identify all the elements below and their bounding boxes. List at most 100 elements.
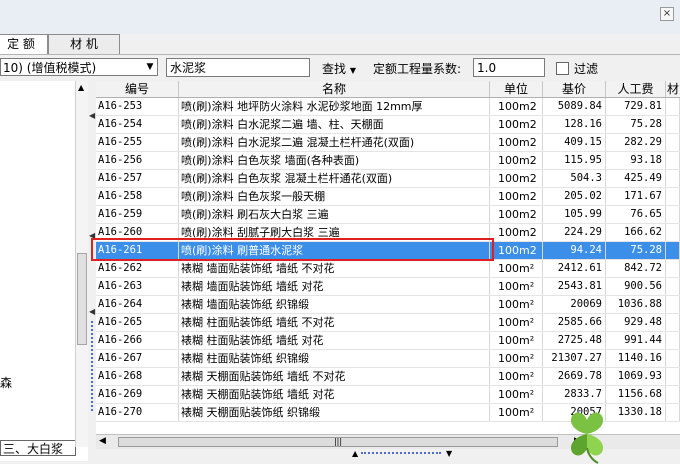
search-input[interactable]: 水泥浆 bbox=[166, 58, 310, 77]
cell-unit: 100m2 bbox=[490, 116, 543, 133]
table-row[interactable]: A16-263 裱糊 墙面贴装饰纸 墙纸 对花 100m² 2543.81 900.56 bbox=[96, 278, 680, 296]
cell-price: 2725.48 bbox=[543, 332, 606, 349]
cell-code: A16-254 bbox=[96, 116, 179, 133]
table-header: 编号 名称 单位 基价 人工费 材 bbox=[96, 81, 680, 98]
tab-quota[interactable]: 定 额 bbox=[0, 34, 48, 54]
tree-scroll-thumb[interactable] bbox=[77, 253, 87, 345]
table-row[interactable]: A16-268 裱糊 天棚面贴装饰纸 墙纸 不对花 100m² 2669.78 1069… bbox=[96, 368, 680, 386]
chevron-left-icon[interactable]: ◀ bbox=[89, 231, 95, 240]
cell-labor: 991.44 bbox=[606, 332, 666, 349]
cell-code: A16-261 bbox=[96, 242, 179, 259]
tree-node-selected[interactable]: 三、大白浆 bbox=[0, 440, 76, 456]
panel-splitter[interactable]: ◀ ◀ ◀ bbox=[88, 81, 96, 461]
table-row[interactable]: A16-262 裱糊 墙面贴装饰纸 墙纸 不对花 100m² 2412.61 842.7… bbox=[96, 260, 680, 278]
close-icon[interactable]: × bbox=[660, 7, 674, 21]
table-row[interactable]: A16-256 喷(刷)涂料 白色灰浆 墙面(各种表面) 100m2 115.95 93… bbox=[96, 152, 680, 170]
table-row[interactable]: A16-269 裱糊 天棚面贴装饰纸 墙纸 对花 100m² 2833.7 1156.6… bbox=[96, 386, 680, 404]
chapter-tree[interactable]: 森 三、大白浆 ▲ bbox=[0, 81, 89, 461]
cell-material bbox=[666, 98, 680, 115]
cell-name: 裱糊 墙面贴装饰纸 墙纸 不对花 bbox=[179, 260, 490, 277]
cell-labor: 842.72 bbox=[606, 260, 666, 277]
cell-price: 2543.81 bbox=[543, 278, 606, 295]
table-row[interactable]: A16-267 裱糊 柱面贴装饰纸 织锦缎 100m² 21307.27 1140.16 bbox=[96, 350, 680, 368]
cell-material bbox=[666, 314, 680, 331]
cell-material bbox=[666, 404, 680, 421]
cell-price: 2412.61 bbox=[543, 260, 606, 277]
header-unit[interactable]: 单位 bbox=[490, 81, 543, 97]
cell-price: 2833.7 bbox=[543, 386, 606, 403]
find-button[interactable]: 查找 ▼ bbox=[322, 60, 356, 77]
cell-price: 5089.84 bbox=[543, 98, 606, 115]
top-bar: × bbox=[0, 0, 680, 34]
cell-name: 裱糊 柱面贴装饰纸 墙纸 不对花 bbox=[179, 314, 490, 331]
chevron-left-icon[interactable]: ◀ bbox=[89, 111, 95, 120]
table-row[interactable]: A16-264 裱糊 墙面贴装饰纸 织锦缎 100m² 20069 1036.88 bbox=[96, 296, 680, 314]
coefficient-input[interactable]: 1.0 bbox=[473, 58, 545, 77]
cell-price: 94.24 bbox=[543, 242, 606, 259]
cell-unit: 100m2 bbox=[490, 170, 543, 187]
cell-material bbox=[666, 224, 680, 241]
table-row[interactable]: A16-266 裱糊 柱面贴装饰纸 墙纸 对花 100m² 2725.48 991.44 bbox=[96, 332, 680, 350]
cell-code: A16-262 bbox=[96, 260, 179, 277]
cell-material bbox=[666, 188, 680, 205]
table-row[interactable]: A16-253 喷(刷)涂料 地坪防火涂料 水泥砂浆地面 12mm厚 100m2 50… bbox=[96, 98, 680, 116]
coefficient-label: 定额工程量系数: bbox=[373, 62, 462, 76]
header-code[interactable]: 编号 bbox=[96, 81, 179, 97]
header-price[interactable]: 基价 bbox=[543, 81, 606, 97]
cell-labor: 75.28 bbox=[606, 242, 666, 259]
scroll-left-icon[interactable]: ◀ bbox=[99, 436, 106, 446]
table-row[interactable]: A16-258 喷(刷)涂料 白色灰浆一般天棚 100m2 205.02 171.67 bbox=[96, 188, 680, 206]
tree-node[interactable]: 森 bbox=[0, 374, 12, 391]
cell-code: A16-260 bbox=[96, 224, 179, 241]
cell-labor: 1156.68 bbox=[606, 386, 666, 403]
table-row-selected[interactable]: A16-261 喷(刷)涂料 刷普通水泥浆 100m2 94.24 75.28 bbox=[96, 242, 680, 260]
cell-name: 裱糊 天棚面贴装饰纸 织锦缎 bbox=[179, 404, 490, 421]
table-row[interactable]: A16-257 喷(刷)涂料 白色灰浆 混凝土栏杆通花(双面) 100m2 504.3… bbox=[96, 170, 680, 188]
header-material[interactable]: 材 bbox=[666, 81, 680, 97]
cell-name: 喷(刷)涂料 刷石灰大白浆 三遍 bbox=[179, 206, 490, 223]
cell-labor: 1069.93 bbox=[606, 368, 666, 385]
cell-code: A16-269 bbox=[96, 386, 179, 403]
table-row[interactable]: A16-260 喷(刷)涂料 刮腻子刷大白浆 三遍 100m2 224.29 166.6… bbox=[96, 224, 680, 242]
quota-table: 编号 名称 单位 基价 人工费 材 A16-253 喷(刷)涂料 地坪防火涂料 水… bbox=[96, 81, 680, 434]
cell-labor: 75.28 bbox=[606, 116, 666, 133]
cell-code: A16-257 bbox=[96, 170, 179, 187]
scroll-up-icon[interactable]: ▲ bbox=[78, 83, 84, 92]
filter-label: 过滤 bbox=[574, 62, 599, 76]
cell-code: A16-264 bbox=[96, 296, 179, 313]
cell-name: 喷(刷)涂料 地坪防火涂料 水泥砂浆地面 12mm厚 bbox=[179, 98, 490, 115]
cell-unit: 100m2 bbox=[490, 188, 543, 205]
cell-price: 504.3 bbox=[543, 170, 606, 187]
clover-logo-icon bbox=[570, 412, 604, 464]
tree-scrollbar[interactable]: ▲ bbox=[75, 81, 88, 447]
cell-unit: 100m² bbox=[490, 314, 543, 331]
chevron-down-icon[interactable]: ▼ bbox=[143, 59, 157, 75]
tab-materials[interactable]: 材 机 bbox=[48, 34, 120, 54]
cell-name: 裱糊 柱面贴装饰纸 墙纸 对花 bbox=[179, 332, 490, 349]
quota-library-value: 10) (增值税模式) bbox=[3, 61, 97, 75]
splitter-grip[interactable] bbox=[361, 452, 441, 459]
chevron-up-icon[interactable]: ▲ bbox=[352, 449, 358, 458]
filter-checkbox[interactable]: 过滤 bbox=[556, 60, 598, 77]
cell-material bbox=[666, 116, 680, 133]
quota-library-select[interactable]: 10) (增值税模式) ▼ bbox=[0, 58, 158, 76]
table-row[interactable]: A16-255 喷(刷)涂料 白水泥浆二遍 混凝土栏杆通花(双面) 100m2 409… bbox=[96, 134, 680, 152]
cell-labor: 900.56 bbox=[606, 278, 666, 295]
horizontal-scroll-thumb[interactable]: ||| bbox=[118, 437, 558, 447]
chevron-down-icon: ▼ bbox=[349, 66, 356, 75]
cell-labor: 93.18 bbox=[606, 152, 666, 169]
cell-unit: 100m2 bbox=[490, 134, 543, 151]
cell-unit: 100m² bbox=[490, 332, 543, 349]
cell-material bbox=[666, 278, 680, 295]
chevron-left-icon[interactable]: ◀ bbox=[89, 307, 95, 316]
chevron-down-icon[interactable]: ▼ bbox=[446, 449, 452, 458]
table-row[interactable]: A16-265 裱糊 柱面贴装饰纸 墙纸 不对花 100m² 2585.66 929.4… bbox=[96, 314, 680, 332]
header-labor[interactable]: 人工费 bbox=[606, 81, 666, 97]
checkbox-icon[interactable] bbox=[556, 62, 569, 75]
splitter-grip[interactable] bbox=[91, 321, 95, 411]
cell-unit: 100m² bbox=[490, 350, 543, 367]
header-name[interactable]: 名称 bbox=[179, 81, 490, 97]
cell-name: 裱糊 天棚面贴装饰纸 墙纸 对花 bbox=[179, 386, 490, 403]
table-row[interactable]: A16-259 喷(刷)涂料 刷石灰大白浆 三遍 100m2 105.99 76.65 bbox=[96, 206, 680, 224]
table-row[interactable]: A16-254 喷(刷)涂料 白水泥浆二遍 墙、柱、天棚面 100m2 128.16 7… bbox=[96, 116, 680, 134]
